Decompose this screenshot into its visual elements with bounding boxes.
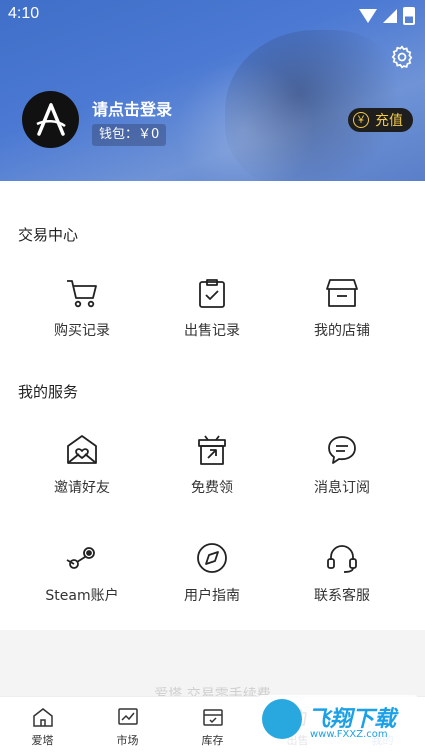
recharge-label: 充值 — [375, 113, 403, 129]
status-time: 4:10 — [8, 5, 40, 22]
user-guide-label: 用户指南 — [184, 588, 240, 604]
envelope-heart-icon — [67, 435, 97, 464]
message-subscription-label: 消息订阅 — [314, 480, 370, 496]
user-guide-button[interactable]: 用户指南 — [142, 541, 282, 605]
tab-market-label: 市场 — [116, 734, 139, 747]
message-subscription-button[interactable]: 消息订阅 — [272, 433, 412, 497]
steam-icon — [66, 547, 95, 569]
battery-icon — [403, 7, 415, 25]
customer-service-label: 联系客服 — [314, 588, 370, 604]
login-prompt[interactable]: 请点击登录 — [92, 96, 172, 120]
tab-inventory-label: 库存 — [201, 734, 224, 747]
tab-home-label: 爱塔 — [31, 734, 54, 747]
my-store-label: 我的店铺 — [314, 323, 370, 339]
customer-service-button[interactable]: 联系客服 — [272, 541, 412, 605]
compass-icon — [197, 543, 227, 573]
steam-account-button[interactable]: Steam账户 — [12, 541, 152, 605]
home-icon — [32, 708, 53, 727]
free-claim-label: 免费领 — [191, 480, 233, 496]
chart-icon — [117, 708, 138, 725]
steam-account-label: Steam账户 — [45, 588, 119, 604]
tab-home[interactable]: 爱塔 — [0, 705, 85, 748]
services-card: 交易中心 购买记录 出售记录 我的店铺 我的服务 邀请好友 免费领 消息订阅 S… — [0, 181, 425, 630]
my-store-button[interactable]: 我的店铺 — [272, 276, 412, 340]
watermark-url: www.FXXZ.com — [310, 729, 388, 740]
headset-icon — [327, 545, 357, 573]
wifi-icon — [359, 9, 377, 23]
free-claim-button[interactable]: 免费领 — [142, 433, 282, 497]
tab-market[interactable]: 市场 — [85, 705, 170, 748]
sales-records-button[interactable]: 出售记录 — [142, 276, 282, 340]
inventory-icon — [202, 709, 223, 726]
logo-a-icon — [35, 102, 66, 136]
watermark-overlay: 飞翔下载 www.FXXZ.com — [258, 695, 418, 747]
trade-center-title: 交易中心 — [18, 226, 79, 244]
gift-box-icon — [198, 435, 226, 465]
purchase-records-button[interactable]: 购买记录 — [12, 276, 152, 340]
recharge-button[interactable]: ￥ 充值 — [348, 108, 413, 132]
chat-bubble-icon — [328, 436, 356, 464]
settings-gear-icon[interactable] — [389, 44, 415, 70]
yen-coin-icon: ￥ — [353, 112, 369, 128]
store-icon — [326, 279, 358, 307]
invite-friends-label: 邀请好友 — [54, 480, 110, 496]
status-icons — [359, 7, 415, 25]
wallet-balance[interactable]: 钱包：￥0 — [92, 124, 167, 146]
sales-records-label: 出售记录 — [184, 323, 240, 339]
watermark-logo-icon — [262, 699, 302, 739]
avatar[interactable] — [22, 91, 79, 148]
tab-inventory[interactable]: 库存 — [170, 705, 255, 748]
my-services-title: 我的服务 — [18, 383, 79, 401]
signal-icon — [383, 9, 397, 23]
purchase-records-label: 购买记录 — [54, 323, 110, 339]
profile-header: 4:10 请点击登录 钱包：￥0 ￥ 充值 — [0, 0, 425, 181]
clipboard-check-icon — [199, 279, 225, 308]
invite-friends-button[interactable]: 邀请好友 — [12, 433, 152, 497]
cart-icon — [67, 280, 97, 308]
status-bar: 4:10 — [0, 0, 425, 30]
